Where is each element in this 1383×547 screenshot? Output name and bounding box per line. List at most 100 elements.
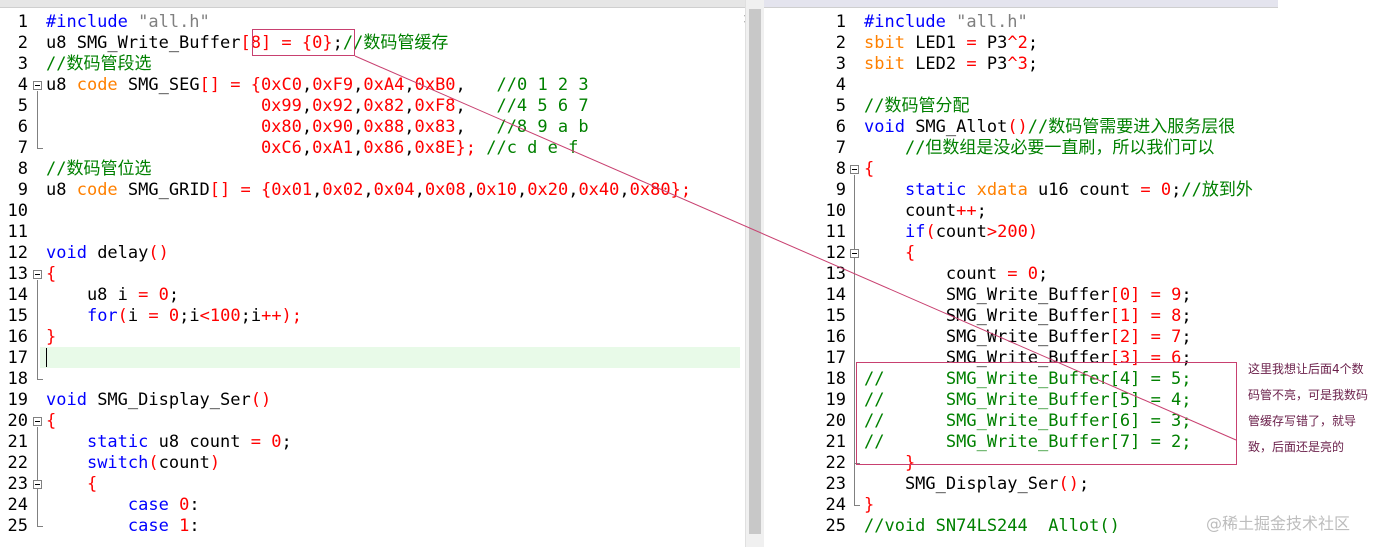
code-line[interactable]: 8{ <box>764 159 1278 180</box>
fold-toggle-icon[interactable] <box>33 81 42 90</box>
code-line[interactable]: 11 <box>0 222 745 243</box>
code-line[interactable]: 9 u8 code SMG_GRID[] = {0x01,0x02,0x04,0x… <box>0 180 745 201</box>
code-line[interactable]: 24 case 0: <box>0 495 745 516</box>
code-line[interactable]: 12 { <box>764 243 1278 264</box>
code-text[interactable]: if(count>200) <box>864 222 1038 243</box>
code-text[interactable]: static u8 count = 0; <box>46 432 292 453</box>
code-line[interactable]: 20 { <box>0 411 745 432</box>
code-text[interactable]: SMG_Write_Buffer[1] = 8; <box>864 306 1192 327</box>
code-line[interactable]: 4 u8 code SMG_SEG[] = {0xC0,0xF9,0xA4,0xB… <box>0 75 745 96</box>
code-line[interactable]: 17 <box>0 348 745 369</box>
code-line[interactable]: 3 sbit LED2 = P3^3; <box>764 54 1278 75</box>
code-line[interactable]: 10 <box>0 201 745 222</box>
code-text[interactable]: u8 SMG_Write_Buffer[8] = {0};//数码管缓存 <box>46 33 448 54</box>
code-text[interactable]: sbit LED1 = P3^2; <box>864 33 1038 54</box>
line-number: 16 <box>7 327 28 347</box>
fold-toggle-icon[interactable] <box>850 165 859 174</box>
code-line[interactable]: 19 void SMG_Display_Ser() <box>0 390 745 411</box>
code-text[interactable]: for(i = 0;i<100;i++); <box>46 306 302 327</box>
code-line[interactable]: 15 for(i = 0;i<100;i++); <box>0 306 745 327</box>
code-line[interactable]: 6 0x80,0x90,0x88,0x83, //8 9 a b <box>0 117 745 138</box>
code-line[interactable]: 2 sbit LED1 = P3^2; <box>764 33 1278 54</box>
code-line[interactable]: 22 switch(count) <box>0 453 745 474</box>
code-text[interactable]: void delay() <box>46 243 169 264</box>
code-line[interactable]: 24} <box>764 495 1278 516</box>
code-text[interactable]: case 0: <box>46 495 200 516</box>
code-text[interactable]: static xdata u16 count = 0;//放到外 <box>864 180 1253 201</box>
code-text[interactable]: SMG_Write_Buffer[2] = 7; <box>864 327 1192 348</box>
code-text[interactable]: u8 i = 0; <box>46 285 179 306</box>
line-number: 17 <box>825 348 846 368</box>
code-line[interactable]: 18 <box>0 369 745 390</box>
line-number: 15 <box>825 306 846 326</box>
code-line[interactable]: 23 SMG_Display_Ser(); <box>764 474 1278 495</box>
code-text[interactable]: //但数组是没必要一直刷，所以我们可以 <box>864 138 1214 159</box>
code-line[interactable]: 7 //但数组是没必要一直刷，所以我们可以 <box>764 138 1278 159</box>
code-text[interactable]: switch(count) <box>46 453 220 474</box>
code-line[interactable]: 1 #include "all.h" <box>764 12 1278 33</box>
code-line[interactable]: 25 case 1: <box>0 516 745 537</box>
line-number: 17 <box>7 348 28 368</box>
code-text[interactable]: 0xC6,0xA1,0x86,0x8E}; //c d e f <box>46 138 578 159</box>
code-line[interactable]: 15 SMG_Write_Buffer[1] = 8; <box>764 306 1278 327</box>
code-line[interactable]: 8 //数码管位选 <box>0 159 745 180</box>
code-text[interactable]: u8 code SMG_SEG[] = {0xC0,0xF9,0xA4,0xB0… <box>46 75 589 96</box>
code-text[interactable]: #include "all.h" <box>864 12 1028 33</box>
code-line[interactable]: 14 SMG_Write_Buffer[0] = 9; <box>764 285 1278 306</box>
code-text[interactable]: 0x99,0x92,0x82,0xF8, //4 5 6 7 <box>46 96 589 117</box>
code-line[interactable]: 16} <box>0 327 745 348</box>
code-text[interactable]: u8 code SMG_GRID[] = {0x01,0x02,0x04,0x0… <box>46 180 691 201</box>
code-text[interactable]: //数码管分配 <box>864 96 969 117</box>
code-line[interactable]: 23 { <box>0 474 745 495</box>
code-line[interactable]: 1 #include "all.h" <box>0 12 745 33</box>
scrollbar-thumb[interactable] <box>749 9 761 534</box>
code-line[interactable]: 21 static u8 count = 0; <box>0 432 745 453</box>
code-line[interactable]: 13 { <box>0 264 745 285</box>
code-text[interactable]: SMG_Write_Buffer[0] = 9; <box>864 285 1192 306</box>
code-line[interactable]: 5 //数码管分配 <box>764 96 1278 117</box>
code-text[interactable]: { <box>864 243 915 264</box>
code-line[interactable]: 12 void delay() <box>0 243 745 264</box>
code-text[interactable]: count = 0; <box>864 264 1048 285</box>
code-line[interactable]: 2 u8 SMG_Write_Buffer[8] = {0};//数码管缓存 <box>0 33 745 54</box>
code-text[interactable]: { <box>46 474 97 495</box>
code-line[interactable]: 7 0xC6,0xA1,0x86,0x8E}; //c d e f <box>0 138 745 159</box>
code-text[interactable]: //void SN74LS244 Allot() <box>864 516 1120 537</box>
code-line[interactable]: 13 count = 0; <box>764 264 1278 285</box>
code-text[interactable]: //数码管位选 <box>46 159 151 180</box>
code-text[interactable]: case 1: <box>46 516 200 537</box>
code-text[interactable]: sbit LED2 = P3^3; <box>864 54 1038 75</box>
code-text[interactable]: SMG_Display_Ser(); <box>864 474 1089 495</box>
code-text[interactable]: } <box>864 495 874 516</box>
left-vertical-scrollbar[interactable] <box>745 0 764 547</box>
code-line[interactable]: 25 //void SN74LS244 Allot() <box>764 516 1278 537</box>
fold-toggle-icon[interactable] <box>33 417 42 426</box>
code-text[interactable]: //数码管段选 <box>46 54 151 75</box>
code-line[interactable]: 6 void SMG_Allot()//数码管需要进入服务层很 <box>764 117 1278 138</box>
code-text[interactable]: void SMG_Allot()//数码管需要进入服务层很 <box>864 117 1235 138</box>
code-text[interactable]: } <box>46 327 56 348</box>
code-line[interactable]: 5 0x99,0x92,0x82,0xF8, //4 5 6 7 <box>0 96 745 117</box>
fold-toggle-icon[interactable] <box>33 270 42 279</box>
code-text[interactable]: 0x80,0x90,0x88,0x83, //8 9 a b <box>46 117 589 138</box>
code-text[interactable]: #include "all.h" <box>46 12 210 33</box>
right-tab-strip <box>764 0 1278 8</box>
code-text[interactable]: { <box>46 411 56 432</box>
code-line[interactable]: 4 <box>764 75 1278 96</box>
code-text[interactable]: count++; <box>864 201 987 222</box>
annotation-note: 这里我想让后面4个数码管不亮，可是我数码管缓存写错了，就导致，后面还是亮的 <box>1248 362 1369 454</box>
fold-toggle-icon[interactable] <box>33 480 42 489</box>
code-text[interactable]: { <box>46 264 56 285</box>
code-line[interactable]: 16 SMG_Write_Buffer[2] = 7; <box>764 327 1278 348</box>
code-line[interactable]: 14 u8 i = 0; <box>0 285 745 306</box>
fold-guide-end <box>37 148 43 149</box>
code-line[interactable]: 10 count++; <box>764 201 1278 222</box>
code-text[interactable]: void SMG_Display_Ser() <box>46 390 271 411</box>
code-line[interactable]: 9 static xdata u16 count = 0;//放到外 <box>764 180 1278 201</box>
fold-toggle-icon[interactable] <box>850 249 859 258</box>
code-line[interactable]: 3 //数码管段选 <box>0 54 745 75</box>
code-text[interactable]: { <box>864 159 874 180</box>
left-editor-pane[interactable]: 1 #include "all.h" 2 u8 SMG_Write_Buffer[8]… <box>0 0 745 547</box>
code-line[interactable]: 11 if(count>200) <box>764 222 1278 243</box>
line-number: 24 <box>825 495 846 515</box>
